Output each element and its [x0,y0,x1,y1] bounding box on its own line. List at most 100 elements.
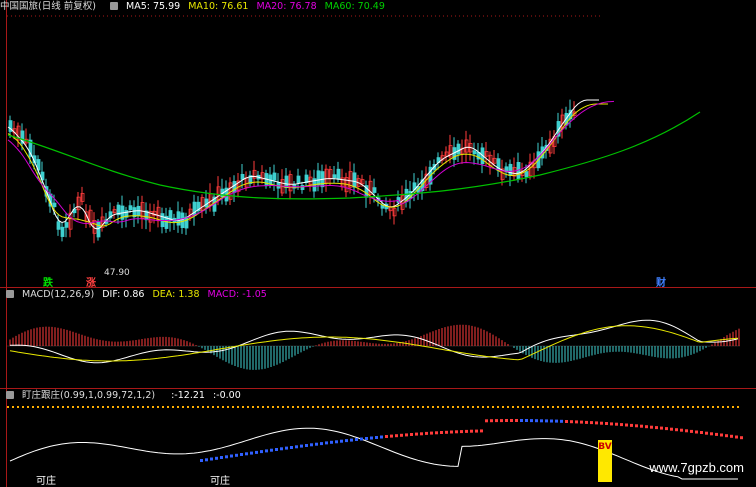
indicator-dot [205,458,208,462]
indicator-dot [430,431,433,435]
indicator-dot [590,421,593,425]
candle-body [472,150,477,155]
site-watermark: www.7gpzb.com [649,460,744,475]
candle-body [128,205,133,211]
indicator-dot [225,455,228,459]
indicator-dot [250,451,253,455]
indicator-toggle-icon[interactable] [109,2,118,10]
indicator-dot [355,438,358,441]
indicator-dot [385,435,388,438]
indicator-dot [720,433,723,437]
price-chart [7,15,701,244]
price-panel[interactable]: 中国国旅(日线 前复权) MA5: 75.99 MA10: 76.61 MA20… [0,0,756,289]
indicator-dot [695,430,698,434]
indicator-dot [480,429,483,433]
candle-body [184,216,189,229]
candle-body [232,181,237,193]
candle-body [60,226,65,237]
indicator-dot [635,424,638,428]
indicator-dot [690,429,693,433]
indicator-panel[interactable]: 盯庄跟庄(0.99,1,0.99,72,1,2) :-12.21 :-0.00 … [0,389,756,487]
indicator-white-line [9,427,738,480]
indicator-dot [655,426,658,430]
indicator-v1: :-12.21 [171,390,205,401]
indicator-dot [560,419,563,423]
indicator-dot [265,449,268,453]
indicator-dot [220,456,223,459]
candle-body [240,173,245,180]
indicator-dot [275,448,278,451]
candle-body [96,221,101,238]
indicator-dot [605,422,608,425]
indicator-dot [515,419,518,422]
indicator-dot [510,419,513,422]
candle-body [64,222,69,228]
indicator-dot [725,434,728,438]
indicator-dot [570,420,573,424]
indicator-dot [320,442,323,446]
candle-body [352,172,357,188]
ma20-value: MA20: 76.78 [256,1,317,12]
candle-body [336,168,341,180]
indicator-dot [470,429,473,433]
indicator-dot [415,432,418,436]
indicator-dot [495,419,498,423]
indicator-dot [230,454,233,458]
indicator-dot [235,453,238,457]
indicator-dot [310,443,313,447]
indicator-dot [595,421,598,425]
indicator-dot [450,430,453,434]
ma5-value: MA5: 75.99 [126,1,181,12]
indicator-dot [395,434,398,438]
ma20-line [7,100,615,225]
candle-body [456,143,461,155]
indicator-dot [540,419,543,423]
indicator-dot [665,427,668,431]
indicator-dot [460,430,463,434]
candle-body [300,184,305,191]
indicator-dot [300,444,303,448]
indicator-dot [340,439,343,443]
indicator-dot [645,425,648,429]
indicator-dot [440,431,443,434]
indicator-dot [600,421,603,425]
indicator-dot [525,419,528,422]
indicator-dot [290,446,293,449]
indicator-dot [215,456,218,460]
indicator-dot [400,433,403,437]
indicator-dot [565,420,568,423]
indicator-chart [7,406,743,480]
macd-value: MACD: -1.05 [207,289,267,300]
indicator-dot [280,447,283,451]
indicator-dot [535,419,538,423]
dif-value: DIF: 0.86 [102,289,145,300]
indicator-dot [640,424,643,428]
indicator-dot [360,437,363,441]
indicator-dot [270,448,273,452]
candle-body [56,221,61,230]
indicator-dot [260,450,263,454]
indicator-dot [455,430,458,434]
candle-body [272,172,277,181]
indicator-dot [615,422,618,426]
indicator-dot [295,445,298,449]
candle-body [372,187,377,193]
macd-panel[interactable]: MACD(12,26,9) DIF: 0.86 DEA: 1.38 MACD: … [0,288,756,388]
indicator-dot [435,431,438,435]
macd-toggle-icon[interactable] [6,290,14,298]
indicator-dot [315,442,318,446]
indicator-dot [555,419,558,423]
indicator-dot [445,430,448,434]
candle-body [52,202,57,208]
indicator-dot [630,423,633,427]
price-header: 中国国旅(日线 前复权) MA5: 75.99 MA10: 76.61 MA20… [0,0,390,14]
indicator-dot [345,439,348,443]
candle-body [508,163,513,176]
candle-body [176,211,181,226]
indicator-dot [610,422,613,426]
indicator-dot [740,436,743,440]
indicator-dot [685,429,688,433]
indicator-dot [735,435,738,439]
indicator-panel-toggle-icon[interactable] [6,391,14,399]
indicator-dot [620,423,623,427]
